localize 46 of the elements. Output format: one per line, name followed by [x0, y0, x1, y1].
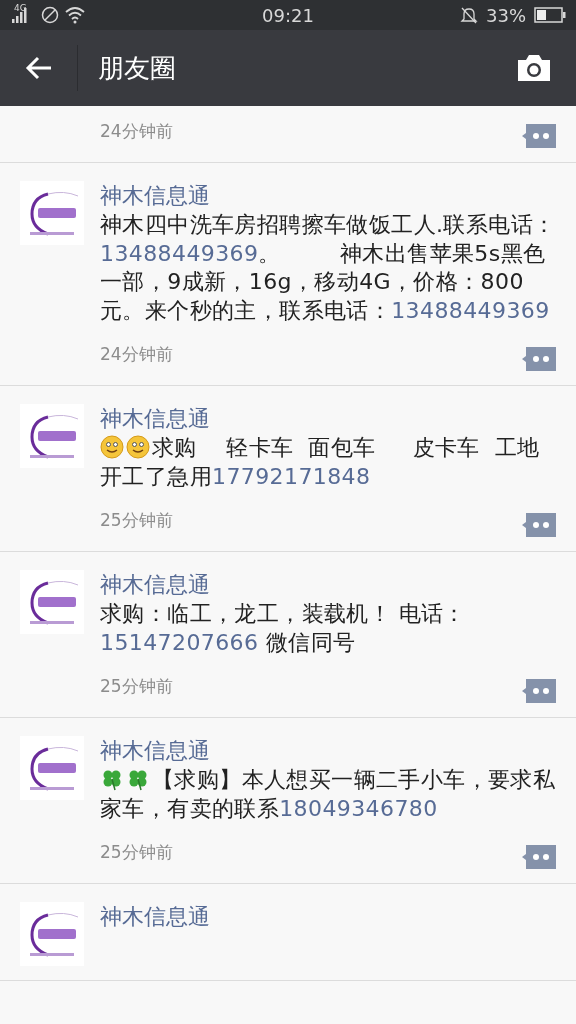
comment-button[interactable]	[522, 124, 556, 148]
avatar-logo	[20, 570, 84, 634]
phone-link[interactable]: 13488449369	[391, 297, 550, 323]
avatar-logo	[20, 902, 84, 966]
comment-button[interactable]	[522, 679, 556, 703]
do-not-disturb-icon	[40, 6, 59, 24]
comment-button[interactable]	[522, 845, 556, 869]
page-title: 朋友圈	[98, 51, 177, 85]
camera-button[interactable]	[516, 54, 552, 82]
phone-link[interactable]: 17792171848	[212, 463, 371, 489]
comment-button[interactable]	[522, 347, 556, 371]
camera-icon	[516, 54, 552, 82]
comment-icon	[522, 124, 556, 148]
author-name[interactable]: 神木信息通	[100, 736, 210, 766]
comment-icon	[522, 513, 556, 537]
comment-icon	[522, 347, 556, 371]
post-time: 25分钟前	[100, 674, 173, 698]
back-arrow-icon	[24, 56, 53, 80]
phone-link[interactable]: 13488449369	[100, 240, 259, 266]
smiley-icon	[100, 435, 124, 459]
post-text: 求购：临工，龙工，装载机！ 电话： 15147207666 微信同号	[100, 600, 467, 657]
phone-link[interactable]: 18049346780	[279, 795, 438, 821]
post-time: 24分钟前	[100, 119, 173, 143]
comment-icon	[522, 845, 556, 869]
avatar-logo	[20, 736, 84, 800]
battery-percent: 33%	[486, 4, 526, 26]
post-text: 【求购】本人想买一辆二手小车，要求私家车，有卖的联系18049346780	[100, 766, 556, 823]
avatar-logo	[20, 404, 84, 468]
phone-link[interactable]: 15147207666	[100, 629, 259, 655]
post-time: 25分钟前	[100, 508, 173, 532]
battery-icon	[534, 7, 566, 23]
author-name[interactable]: 神木信息通	[100, 404, 210, 434]
author-name[interactable]: 神木信息通	[100, 181, 210, 211]
post-time: 24分钟前	[100, 342, 173, 366]
status-time: 09:21	[262, 4, 314, 26]
post-text: 神木四中洗车房招聘擦车做饭工人.联系电话： 13488449369。 神木出售苹果5s黑色一部，9成新，16g，移动4G，价格：800元。来个秒的主，联系电话：13488449369	[100, 211, 556, 325]
author-name[interactable]: 神木信息通	[100, 570, 210, 600]
wifi-icon	[64, 6, 85, 24]
author-name[interactable]: 神木信息通	[100, 902, 210, 932]
comment-button[interactable]	[522, 513, 556, 537]
smiley-icon	[126, 435, 150, 459]
post-text: 求购 轻卡车 面包车 皮卡车 工地开工了急用17792171848	[100, 434, 541, 491]
avatar-logo	[20, 181, 84, 245]
comment-icon	[522, 679, 556, 703]
post-time: 25分钟前	[100, 840, 173, 864]
muted-bell-icon	[460, 6, 478, 24]
